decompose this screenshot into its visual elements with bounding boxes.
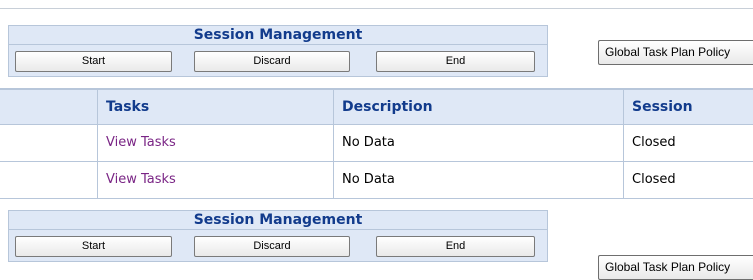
description-cell: No Data	[342, 135, 395, 150]
view-tasks-link[interactable]: View Tasks	[106, 135, 176, 150]
header-tasks[interactable]: Tasks	[98, 89, 334, 124]
end-button[interactable]: End	[376, 51, 535, 72]
start-button[interactable]: Start	[15, 236, 172, 257]
session-status-cell: Closed	[632, 135, 676, 150]
start-button[interactable]: Start	[15, 51, 172, 72]
global-task-plan-policy-button[interactable]: Global Task Plan Policy	[598, 255, 753, 280]
view-tasks-link[interactable]: View Tasks	[106, 172, 176, 187]
session-management-panel-top: Session Management Start Discard End	[8, 25, 548, 77]
header-description[interactable]: Description	[334, 89, 624, 124]
tasks-table: Tasks Description Session View Tasks No …	[0, 88, 753, 199]
row-spacer	[0, 124, 98, 161]
discard-button[interactable]: Discard	[194, 236, 350, 257]
table-row: View Tasks No Data Closed	[0, 124, 753, 161]
session-management-panel-bottom: Session Management Start Discard End	[8, 210, 548, 262]
session-management-title: Session Management	[9, 26, 547, 45]
row-spacer	[0, 161, 98, 198]
header-session[interactable]: Session	[624, 89, 753, 124]
description-cell: No Data	[342, 172, 395, 187]
header-spacer	[0, 89, 98, 124]
end-button[interactable]: End	[376, 236, 535, 257]
table-row: View Tasks No Data Closed	[0, 161, 753, 198]
session-management-title: Session Management	[9, 211, 547, 230]
global-task-plan-policy-button[interactable]: Global Task Plan Policy	[598, 40, 753, 65]
session-status-cell: Closed	[632, 172, 676, 187]
top-divider	[0, 8, 753, 9]
discard-button[interactable]: Discard	[194, 51, 350, 72]
table-header-row: Tasks Description Session	[0, 89, 753, 124]
